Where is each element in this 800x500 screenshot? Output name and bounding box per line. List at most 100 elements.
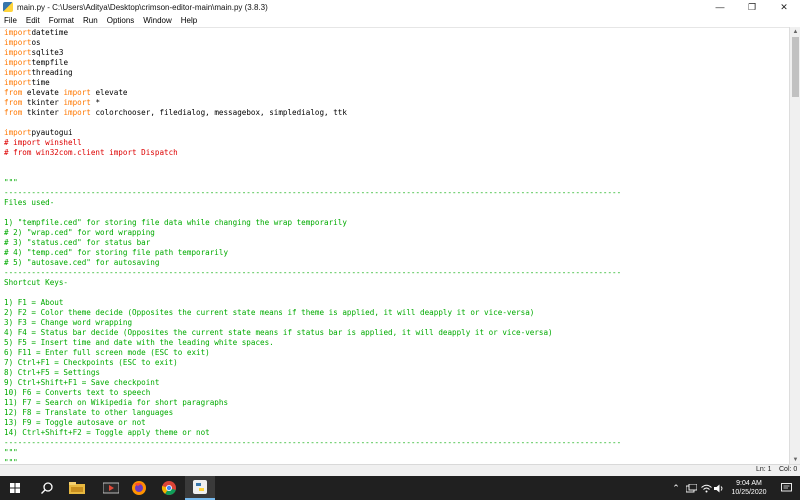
code-line[interactable]: # 4) "temp.ced" for storing file path te… bbox=[4, 248, 789, 258]
code-token: """ bbox=[4, 178, 18, 187]
code-line[interactable]: from elevate import elevate bbox=[4, 88, 789, 98]
code-line[interactable]: 9) Ctrl+Shift+F1 = Save checkpoint bbox=[4, 378, 789, 388]
code-line[interactable]: from tkinter import * bbox=[4, 98, 789, 108]
code-line[interactable]: # 5) "autosave.ced" for autosaving bbox=[4, 258, 789, 268]
network-button[interactable] bbox=[684, 476, 698, 500]
code-line[interactable]: importthreading bbox=[4, 68, 789, 78]
code-token: datetime bbox=[31, 28, 69, 37]
menu-help[interactable]: Help bbox=[177, 16, 202, 25]
code-token: tkinter bbox=[22, 108, 64, 117]
code-token: 7) Ctrl+F1 = Checkpoints (ESC to exit) bbox=[4, 358, 178, 367]
scroll-up-icon[interactable]: ▲ bbox=[790, 27, 800, 36]
clock-date: 10/25/2020 bbox=[731, 489, 767, 496]
code-token: os bbox=[31, 38, 41, 47]
code-line[interactable]: ----------------------------------------… bbox=[4, 188, 789, 198]
minimize-icon: — bbox=[715, 2, 725, 12]
code-line[interactable]: from tkinter import colorchooser, filedi… bbox=[4, 108, 789, 118]
code-token: from bbox=[4, 108, 23, 117]
volume-button[interactable] bbox=[713, 476, 725, 500]
code-line[interactable]: # 3) "status.ced" for status bar bbox=[4, 238, 789, 248]
restore-button[interactable]: ❐ bbox=[736, 0, 768, 14]
vertical-scrollbar[interactable]: ▲ ▼ bbox=[789, 27, 800, 464]
code-line[interactable]: Files used- bbox=[4, 198, 789, 208]
code-line[interactable]: importos bbox=[4, 38, 789, 48]
code-line[interactable] bbox=[4, 288, 789, 298]
code-token: Files used- bbox=[4, 198, 55, 207]
code-line[interactable]: """ bbox=[4, 178, 789, 188]
code-token: import bbox=[63, 88, 91, 97]
code-line[interactable]: Shortcut Keys- bbox=[4, 278, 789, 288]
minimize-button[interactable]: — bbox=[704, 0, 736, 14]
code-line[interactable]: 4) F4 = Status bar decide (Opposites the… bbox=[4, 328, 789, 338]
code-line[interactable]: # from win32com.client import Dispatch bbox=[4, 148, 789, 158]
menu-run[interactable]: Run bbox=[79, 16, 103, 25]
code-token: from bbox=[4, 88, 23, 97]
code-line[interactable]: 1) "tempfile.ced" for storing file data … bbox=[4, 218, 789, 228]
code-line[interactable]: # 2) "wrap.ced" for word wrapping bbox=[4, 228, 789, 238]
file-explorer-button[interactable] bbox=[62, 476, 92, 500]
close-button[interactable]: ✕ bbox=[768, 0, 800, 14]
code-line[interactable]: ----------------------------------------… bbox=[4, 438, 789, 448]
show-hidden-icons-button[interactable]: ⌃ bbox=[670, 476, 682, 500]
scroll-thumb[interactable] bbox=[792, 37, 799, 97]
menu-format[interactable]: Format bbox=[45, 16, 79, 25]
code-line[interactable]: 2) F2 = Color theme decide (Opposites th… bbox=[4, 308, 789, 318]
code-line[interactable]: 11) F7 = Search on Wikipedia for short p… bbox=[4, 398, 789, 408]
close-icon: ✕ bbox=[780, 1, 788, 12]
code-token: time bbox=[31, 78, 50, 87]
media-player-icon bbox=[103, 482, 119, 494]
volume-icon bbox=[713, 484, 722, 492]
code-line[interactable]: # import winshell bbox=[4, 138, 789, 148]
code-line[interactable]: importdatetime bbox=[4, 28, 789, 38]
code-line[interactable]: 6) F11 = Enter full screen mode (ESC to … bbox=[4, 348, 789, 358]
search-button[interactable] bbox=[32, 476, 62, 500]
wifi-button[interactable] bbox=[700, 476, 712, 500]
python-idle-button[interactable] bbox=[185, 476, 215, 500]
code-line[interactable] bbox=[4, 158, 789, 168]
menu-window[interactable]: Window bbox=[139, 16, 176, 25]
code-line[interactable]: 7) Ctrl+F1 = Checkpoints (ESC to exit) bbox=[4, 358, 789, 368]
code-line[interactable]: 8) Ctrl+F5 = Settings bbox=[4, 368, 789, 378]
code-line[interactable]: importsqlite3 bbox=[4, 48, 789, 58]
code-line[interactable]: importtime bbox=[4, 78, 789, 88]
code-token: ----------------------------------------… bbox=[4, 188, 622, 197]
code-token: 6) F11 = Enter full screen mode (ESC to … bbox=[4, 348, 210, 357]
title-bar: main.py - C:\Users\Aditya\Desktop\crimso… bbox=[0, 0, 800, 14]
code-line[interactable]: importtempfile bbox=[4, 58, 789, 68]
menu-edit[interactable]: Edit bbox=[22, 16, 45, 25]
code-line[interactable]: 1) F1 = About bbox=[4, 298, 789, 308]
chrome-button[interactable] bbox=[154, 476, 184, 500]
code-editor[interactable]: importdatetime importos importsqlite3 impor… bbox=[0, 27, 789, 465]
code-line[interactable]: 10) F6 = Converts text to speech bbox=[4, 388, 789, 398]
action-center-button[interactable] bbox=[776, 476, 796, 500]
python-idle-icon bbox=[193, 480, 207, 494]
code-line[interactable]: ----------------------------------------… bbox=[4, 268, 789, 278]
code-line[interactable]: 5) F5 = Insert time and date with the le… bbox=[4, 338, 789, 348]
code-line[interactable] bbox=[4, 208, 789, 218]
code-text[interactable]: importdatetime importos importsqlite3 impor… bbox=[0, 28, 789, 465]
code-token: 4) F4 = Status bar decide (Opposites the… bbox=[4, 328, 553, 337]
firefox-icon bbox=[132, 481, 146, 495]
code-line[interactable]: 12) F8 = Translate to other languages bbox=[4, 408, 789, 418]
taskbar-clock[interactable]: 9:04 AM 10/25/2020 bbox=[725, 479, 773, 497]
code-token: import bbox=[4, 48, 32, 57]
code-line[interactable]: 13) F9 = Toggle autosave or not bbox=[4, 418, 789, 428]
scroll-down-icon[interactable]: ▼ bbox=[790, 455, 800, 464]
menu-options[interactable]: Options bbox=[103, 16, 140, 25]
code-token: colorchooser, filedialog, messagebox, si… bbox=[90, 108, 347, 117]
menu-file[interactable]: File bbox=[0, 16, 22, 25]
firefox-button[interactable] bbox=[124, 476, 154, 500]
code-line[interactable]: importpyautogui bbox=[4, 128, 789, 138]
start-button[interactable] bbox=[0, 476, 30, 500]
code-line[interactable] bbox=[4, 168, 789, 178]
code-token: threading bbox=[31, 68, 73, 77]
code-token: 9) Ctrl+Shift+F1 = Save checkpoint bbox=[4, 378, 160, 387]
code-token: 14) Ctrl+Shift+F2 = Toggle apply theme o… bbox=[4, 428, 210, 437]
code-line[interactable]: 3) F3 = Change word wrapping bbox=[4, 318, 789, 328]
code-line[interactable]: 14) Ctrl+Shift+F2 = Toggle apply theme o… bbox=[4, 428, 789, 438]
media-player-button[interactable] bbox=[96, 476, 126, 500]
code-token: # 5) "autosave.ced" for autosaving bbox=[4, 258, 160, 267]
code-line[interactable] bbox=[4, 118, 789, 128]
code-line[interactable]: """ bbox=[4, 448, 789, 458]
code-token: ----------------------------------------… bbox=[4, 438, 622, 447]
